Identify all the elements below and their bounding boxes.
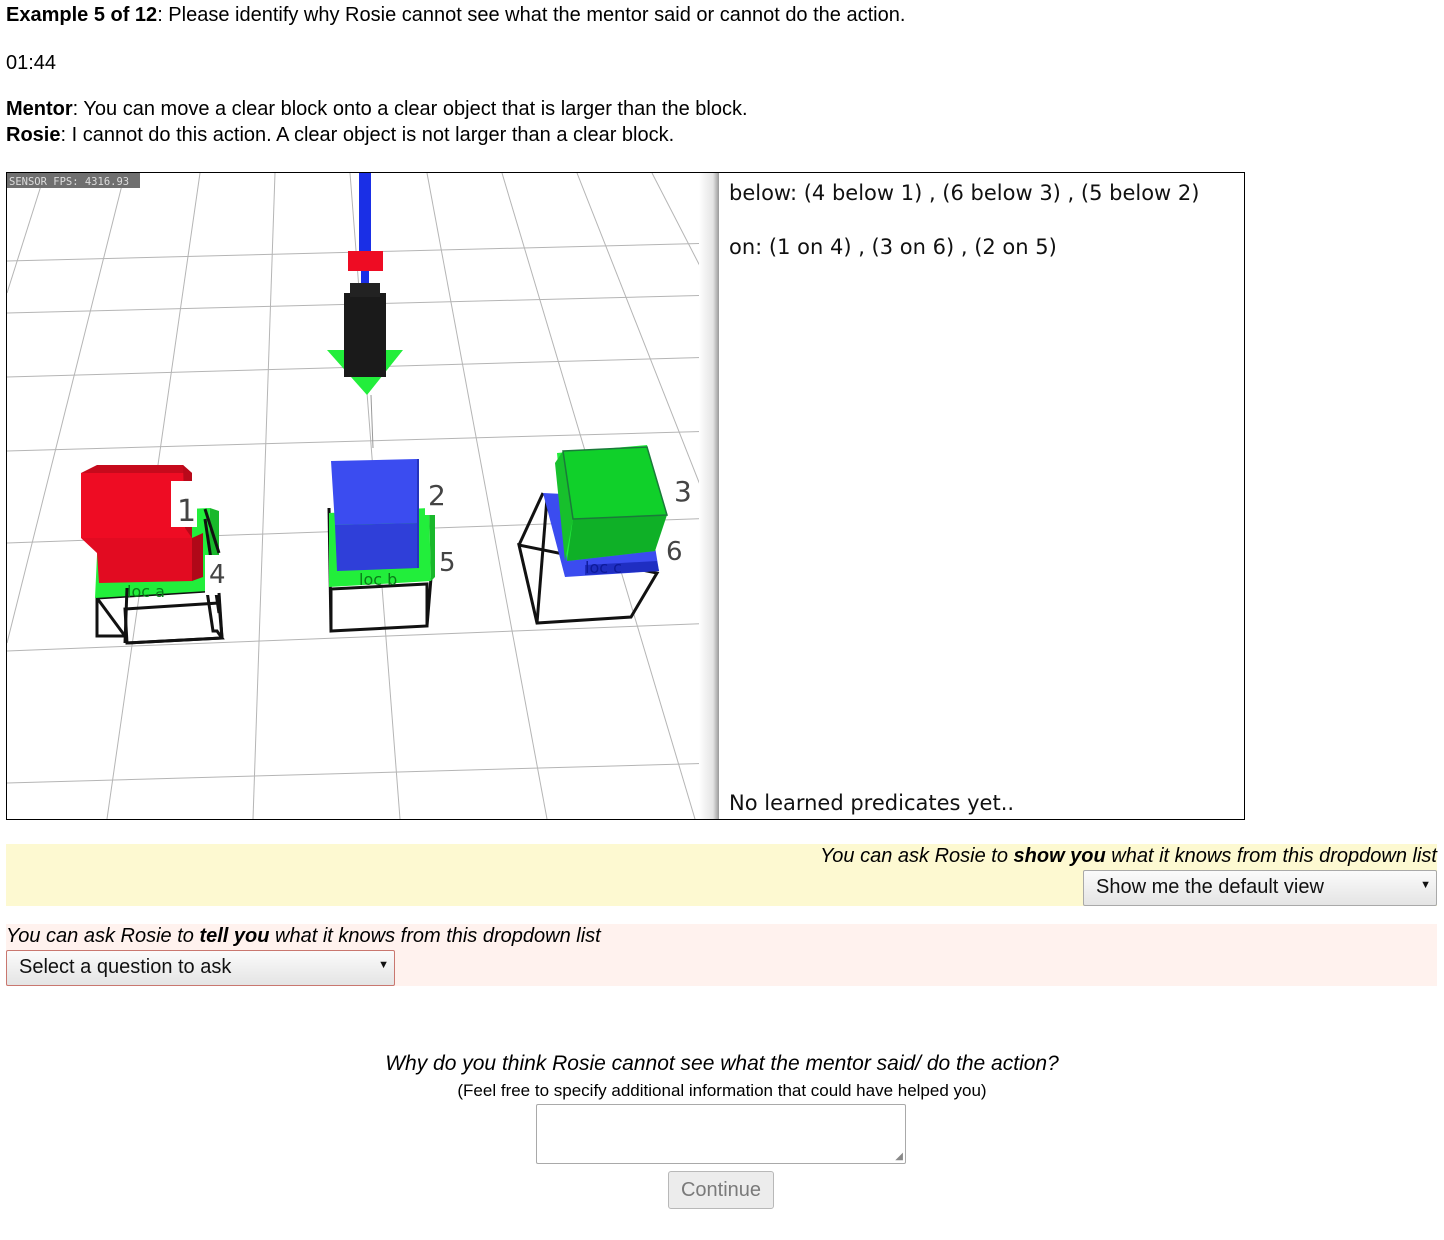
knowledge-panel: below: (4 below 1) , (6 below 3) , (5 be… [719,173,1244,819]
learned-predicates-status: No learned predicates yet.. [729,791,1015,815]
robot-scene-viewport[interactable]: SENSOR FPS: 4316.93 loc a 1 4 loc b 2 5 … [7,173,719,819]
below-relations: below: (4 below 1) , (6 below 3) , (5 be… [729,181,1200,205]
block-label-5: 5 [439,548,456,578]
block-label-6: 6 [666,537,683,567]
show-you-section: You can ask Rosie to show you what it kn… [6,844,1437,906]
mentor-line: Mentor: You can move a clear block onto … [6,98,748,121]
show-view-dropdown[interactable]: Show me the default view ▼ [1083,870,1437,906]
show-prompt-tail: what it knows from this dropdown list [1105,845,1437,867]
block-label-3: 3 [674,475,692,508]
countdown-timer: 01:44 [6,52,57,74]
rosie-text: : I cannot do this action. A clear objec… [60,124,675,146]
mentor-text: : You can move a clear block onto a clea… [72,98,748,120]
tell-you-section: You can ask Rosie to tell you what it kn… [6,924,1437,986]
instruction-text: : Please identify why Rosie cannot see w… [157,4,906,26]
show-prompt-text: You can ask Rosie to [820,845,1014,867]
fps-overlay: SENSOR FPS: 4316.93 [9,176,129,188]
loc-a-label: loc a [127,582,165,601]
tell-prompt: You can ask Rosie to tell you what it kn… [6,925,601,948]
dropdown-arrow-icon: ▼ [1420,879,1431,891]
why-question: Why do you think Rosie cannot see what t… [385,1052,1059,1075]
block-label-1: 1 [177,494,196,529]
rosie-name: Rosie [6,124,61,146]
example-header: Example 5 of 12: Please identify why Ros… [6,4,905,27]
rosie-line: Rosie: I cannot do this action. A clear … [6,124,674,147]
why-hint: (Feel free to specify additional informa… [457,1081,987,1100]
loc-b-label: loc b [359,570,397,589]
block-label-4: 4 [209,560,226,590]
scene-panel: SENSOR FPS: 4316.93 loc a 1 4 loc b 2 5 … [6,172,1245,820]
tell-prompt-emphasis: tell you [199,925,270,947]
resize-grip-icon[interactable]: ◢ [895,1151,903,1162]
show-prompt: You can ask Rosie to show you what it kn… [820,845,1437,868]
answer-textarea[interactable]: ◢ [536,1104,906,1164]
dropdown-arrow-icon: ▼ [378,959,389,971]
show-view-selected: Show me the default view [1096,876,1324,898]
on-relations: on: (1 on 4) , (3 on 6) , (2 on 5) [729,235,1057,259]
question-dropdown[interactable]: Select a question to ask ▼ [6,950,395,986]
tell-prompt-tail: what it knows from this dropdown list [269,925,601,947]
show-prompt-emphasis: show you [1013,845,1106,867]
loc-c-label: loc c [585,558,622,577]
example-counter: Example 5 of 12 [6,4,158,26]
tell-prompt-text: You can ask Rosie to [6,925,200,947]
mentor-name: Mentor [6,98,73,120]
continue-button[interactable]: Continue [668,1171,774,1209]
block-label-2: 2 [428,479,446,512]
question-selected: Select a question to ask [19,956,232,978]
